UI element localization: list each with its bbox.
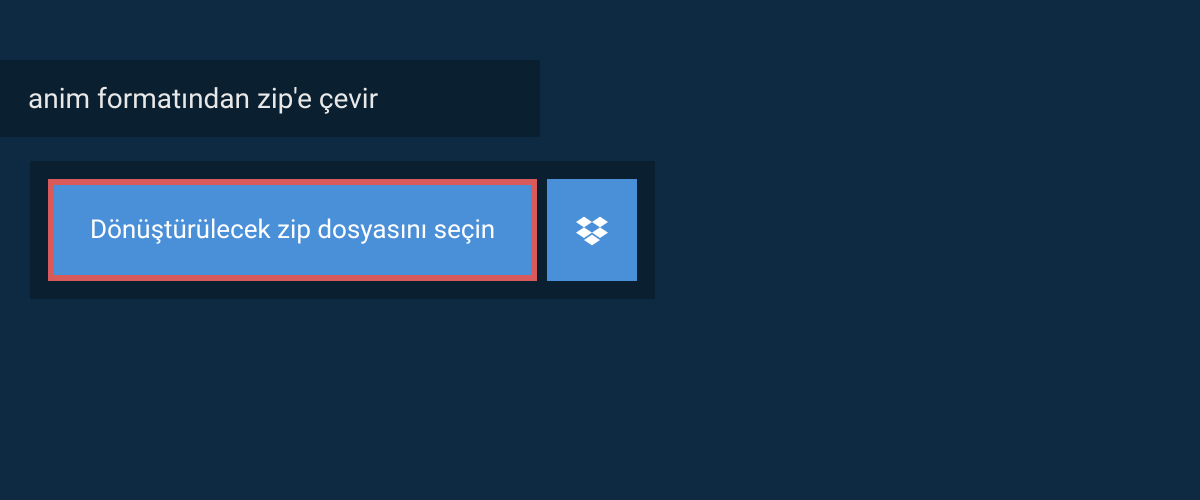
dropbox-button[interactable]: [547, 179, 637, 281]
select-file-button[interactable]: Dönüştürülecek zip dosyasını seçin: [48, 179, 537, 281]
page-title: anim formatından zip'e çevir: [0, 60, 540, 137]
dropbox-icon: [576, 214, 608, 246]
select-file-label: Dönüştürülecek zip dosyasını seçin: [90, 215, 495, 245]
upload-panel: Dönüştürülecek zip dosyasını seçin: [30, 161, 655, 299]
page-title-text: anim formatından zip'e çevir: [28, 82, 378, 115]
